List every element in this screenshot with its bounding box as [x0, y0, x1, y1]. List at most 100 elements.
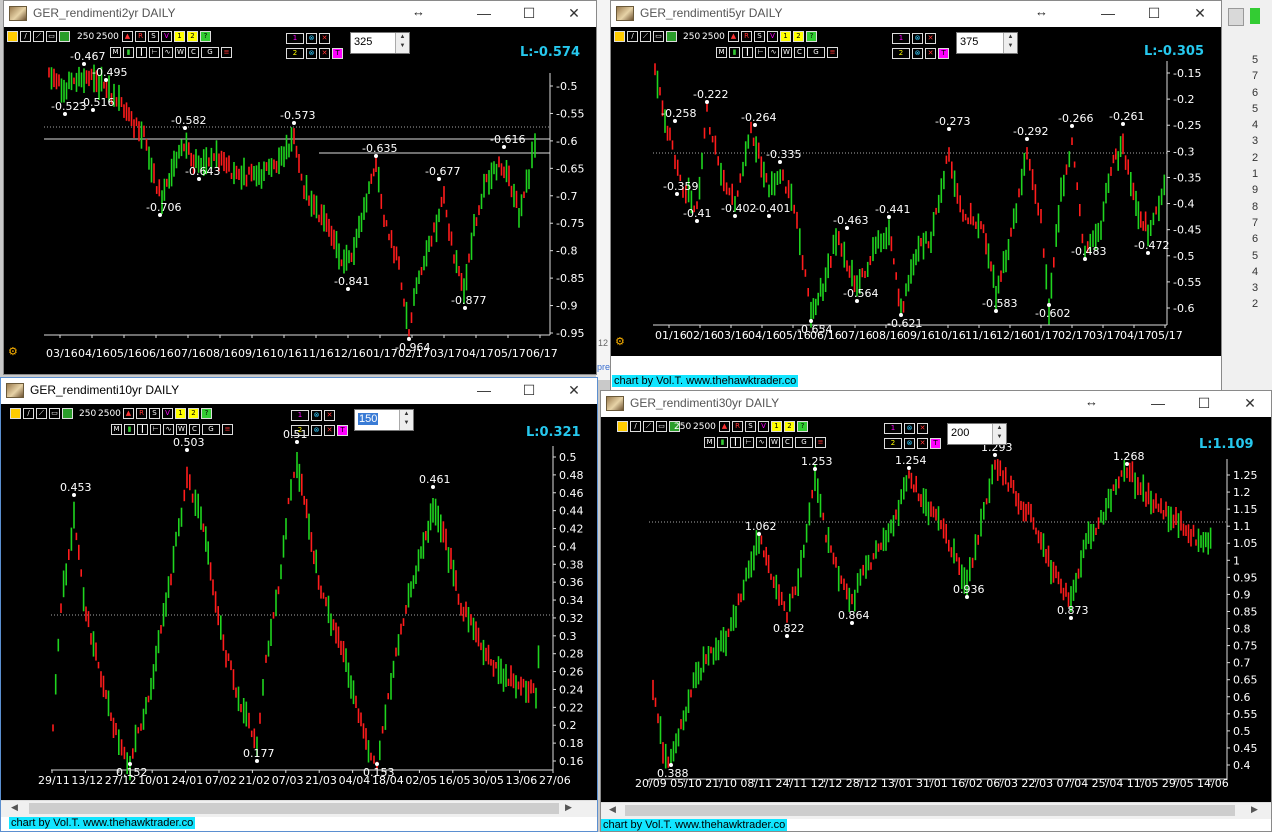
ev1-settings-icon[interactable]: ⊗	[306, 33, 317, 44]
resize-arrows-icon[interactable]: ↔	[1085, 394, 1098, 409]
scroll-thumb[interactable]	[625, 805, 1235, 816]
trend-icon[interactable]: ⟋	[640, 31, 651, 42]
trend-icon[interactable]: ⟋	[643, 421, 654, 432]
indicator-icon[interactable]: ⊢	[755, 47, 766, 58]
line-icon[interactable]: /	[627, 31, 638, 42]
ev2-close-icon[interactable]: ✕	[319, 48, 330, 59]
minimize-button[interactable]: —	[1097, 3, 1119, 23]
s-icon[interactable]: S	[149, 408, 160, 419]
ev2-button[interactable]: 2	[286, 48, 304, 59]
lines-icon[interactable]: ≡	[815, 437, 826, 448]
c-button[interactable]: C	[189, 424, 200, 435]
gap-button[interactable]: G	[807, 47, 825, 58]
t2-button[interactable]: 2	[793, 31, 804, 42]
pencil-icon[interactable]	[10, 408, 21, 419]
trend-icon[interactable]: ⟋	[36, 408, 47, 419]
scroll-left-icon[interactable]: ◀	[609, 804, 616, 815]
v-icon[interactable]: V	[162, 408, 173, 419]
candle-icon[interactable]: ▮	[717, 437, 728, 448]
period-value[interactable]: 200	[951, 427, 969, 439]
bars-2500[interactable]: 2500	[693, 422, 716, 432]
wave-icon[interactable]: ∿	[756, 437, 767, 448]
bars-2500[interactable]: 2500	[96, 32, 119, 42]
t1-button[interactable]: 1	[174, 31, 185, 42]
t1-button[interactable]: 1	[780, 31, 791, 42]
candle-icon[interactable]: ▮	[124, 424, 135, 435]
t2-button[interactable]: 2	[784, 421, 795, 432]
fill-icon[interactable]: ▭	[656, 421, 667, 432]
ev1-close-icon[interactable]: ✕	[917, 423, 928, 434]
bar-icon[interactable]: ┃	[742, 47, 753, 58]
period-spinner[interactable]: 200 ▲ ▼	[947, 423, 1007, 445]
window-2yr[interactable]: GER_rendimenti2yr DAILY ↔ — ☐ ✕ -0.5 -0.5…	[3, 0, 597, 375]
ev2-settings-icon[interactable]: ⊗	[912, 48, 923, 59]
maximize-button[interactable]: ☐	[518, 380, 540, 400]
pencil-icon[interactable]	[7, 31, 18, 42]
tq-button[interactable]: ?	[806, 31, 817, 42]
ev2-close-icon[interactable]: ✕	[925, 48, 936, 59]
te-button[interactable]: T	[930, 438, 941, 449]
window-10yr[interactable]: GER_rendimenti10yr DAILY — ☐ ✕ 0.5 0.48 0.…	[0, 377, 598, 832]
bars-250[interactable]: 250	[77, 32, 94, 42]
bars-250[interactable]: 250	[683, 32, 700, 42]
maximize-button[interactable]: ☐	[1143, 3, 1165, 23]
c-button[interactable]: C	[782, 437, 793, 448]
w-button[interactable]: W	[175, 47, 186, 58]
window-30yr[interactable]: GER_rendimenti30yr DAILY ↔ — ☐ ✕ 1.25 1.2…	[600, 390, 1272, 832]
bar-icon[interactable]: ┃	[730, 437, 741, 448]
ev1-close-icon[interactable]: ✕	[925, 33, 936, 44]
ev1-close-icon[interactable]: ✕	[324, 410, 335, 421]
close-button[interactable]: ✕	[1239, 393, 1261, 413]
title-bar[interactable]: GER_rendimenti2yr DAILY ↔ — ☐ ✕	[4, 1, 596, 27]
mm-button[interactable]: M	[111, 424, 122, 435]
maximize-button[interactable]: ☐	[518, 3, 540, 23]
ev1-button[interactable]: 1	[291, 410, 309, 421]
lines-icon[interactable]: ≡	[221, 47, 232, 58]
trend-icon[interactable]: ⟋	[33, 31, 44, 42]
tq-button[interactable]: ?	[797, 421, 808, 432]
indicator-icon[interactable]: ⊢	[149, 47, 160, 58]
arrow-icon[interactable]: ▲	[122, 31, 133, 42]
rs-icon[interactable]: R	[136, 408, 147, 419]
bars-2500[interactable]: 2500	[98, 409, 121, 419]
rs-icon[interactable]: R	[135, 31, 146, 42]
ev1-button[interactable]: 1	[892, 33, 910, 44]
v-icon[interactable]: V	[161, 31, 172, 42]
horizontal-scrollbar[interactable]: ◀ ▶	[601, 802, 1271, 819]
lines-icon[interactable]: ≡	[827, 47, 838, 58]
bar-icon[interactable]: ┃	[137, 424, 148, 435]
scroll-right-icon[interactable]: ▶	[1251, 804, 1258, 815]
arrow-icon[interactable]: ▲	[728, 31, 739, 42]
pencil-icon[interactable]	[614, 31, 625, 42]
ev2-settings-icon[interactable]: ⊗	[306, 48, 317, 59]
line-icon[interactable]: /	[630, 421, 641, 432]
w-button[interactable]: W	[176, 424, 187, 435]
title-bar[interactable]: GER_rendimenti30yr DAILY ↔ — ☐ ✕	[601, 391, 1271, 417]
arrow-icon[interactable]: ▲	[719, 421, 730, 432]
s-icon[interactable]: S	[754, 31, 765, 42]
chart-area[interactable]: 0.5 0.48 0.46 0.44 0.42 0.4 0.38 0.36 0.34 0.32 0.…	[1, 404, 597, 800]
arrow-icon[interactable]: ▲	[123, 408, 134, 419]
w-button[interactable]: W	[781, 47, 792, 58]
wave-icon[interactable]: ∿	[162, 47, 173, 58]
v-icon[interactable]: V	[758, 421, 769, 432]
fill-icon[interactable]: ▭	[653, 31, 664, 42]
spinner-arrows-icon[interactable]: ▲ ▼	[992, 424, 1006, 444]
close-button[interactable]: ✕	[563, 380, 585, 400]
scroll-left-icon[interactable]: ◀	[11, 802, 18, 813]
te-button[interactable]: T	[332, 48, 343, 59]
ev2-settings-icon[interactable]: ⊗	[311, 425, 322, 436]
chart-area[interactable]: -0.5 -0.55 -0.6 -0.65 -0.7 -0.75 -0.8 -0.85 -0.9…	[4, 27, 596, 374]
mm-button[interactable]: M	[110, 47, 121, 58]
t1-button[interactable]: 1	[175, 408, 186, 419]
close-button[interactable]: ✕	[1189, 3, 1211, 23]
close-button[interactable]: ✕	[563, 3, 585, 23]
rs-icon[interactable]: R	[741, 31, 752, 42]
te-button[interactable]: T	[337, 425, 348, 436]
mm-button[interactable]: M	[704, 437, 715, 448]
title-bar[interactable]: GER_rendimenti5yr DAILY ↔ — ☐ ✕	[611, 1, 1221, 27]
chart-area[interactable]: -0.15 -0.2 -0.25 -0.3 -0.35 -0.4 -0.45 -0.5 -0.5…	[611, 27, 1221, 356]
bar-icon[interactable]: ┃	[136, 47, 147, 58]
gap-button[interactable]: G	[201, 47, 219, 58]
ev2-settings-icon[interactable]: ⊗	[904, 438, 915, 449]
